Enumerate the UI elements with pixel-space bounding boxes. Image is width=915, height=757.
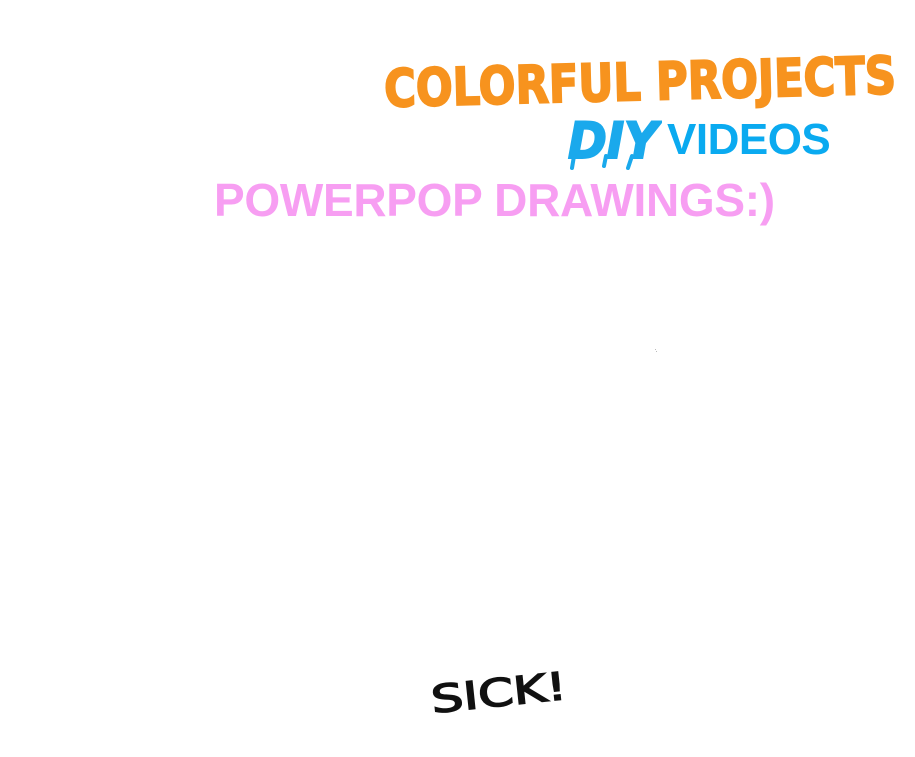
sick-text: SICK! [429,664,569,718]
videos-label: VIDEOS [667,115,831,164]
diy-text: DIY [568,112,662,170]
powerpop-drawings-title: POWERPOP DRAWINGS:) [214,174,775,226]
diy-videos-row: DIY VIDEOS [566,108,866,172]
drawing-canvas: COLORFUL PROJECTS DIY VIDEOS POWERPOP DR… [0,0,915,757]
canvas-speck [655,349,657,352]
colorful-projects-text: COLORFUL PROJECTS [383,46,896,112]
colorful-projects-logo: COLORFUL PROJECTS [382,45,897,112]
diy-logo: DIY [567,111,662,170]
sick-handwriting: SICK! [428,664,569,718]
